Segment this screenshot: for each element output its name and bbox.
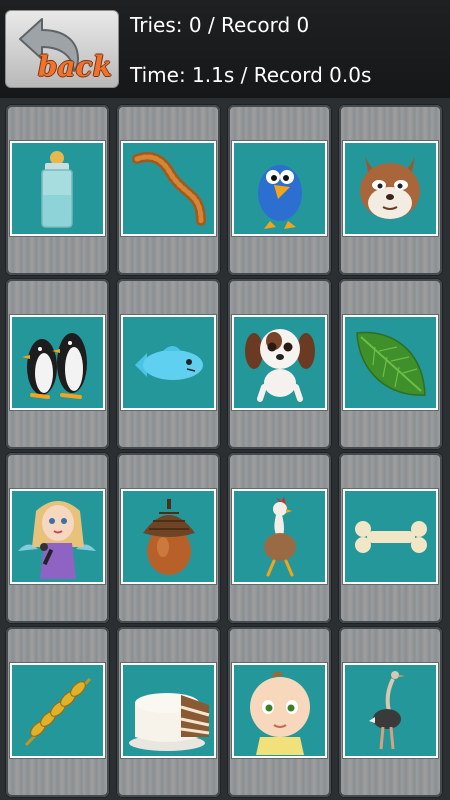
cake-icon (129, 693, 210, 751)
memory-card[interactable] (10, 489, 105, 584)
acorn-icon (143, 499, 195, 575)
card-slot[interactable] (117, 105, 220, 275)
memory-card[interactable] (10, 663, 105, 758)
game-board (0, 98, 450, 800)
baby-bottle-icon (41, 151, 73, 228)
memory-card[interactable] (343, 141, 438, 236)
memory-card[interactable] (232, 663, 327, 758)
chicken-icon (264, 497, 296, 577)
card-slot[interactable] (228, 279, 331, 449)
card-slot[interactable] (6, 453, 109, 623)
puppy-icon (245, 329, 315, 402)
memory-card[interactable] (10, 141, 105, 236)
wheat-icon (24, 677, 92, 747)
card-slot[interactable] (228, 453, 331, 623)
worm-icon (132, 151, 206, 226)
bone-icon (355, 521, 427, 553)
memory-card[interactable] (343, 663, 438, 758)
card-slot[interactable] (117, 279, 220, 449)
memory-card[interactable] (343, 315, 438, 410)
memory-card[interactable] (232, 489, 327, 584)
card-slot[interactable] (339, 105, 442, 275)
memory-card[interactable] (232, 315, 327, 410)
memory-card[interactable] (121, 489, 216, 584)
memory-card[interactable] (121, 315, 216, 410)
card-slot[interactable] (117, 627, 220, 797)
card-slot[interactable] (6, 627, 109, 797)
fish-icon (135, 346, 203, 380)
card-slot[interactable] (117, 453, 220, 623)
tries-counter: Tries: 0 / Record 0 (130, 13, 310, 37)
back-label: back (37, 50, 112, 83)
card-slot[interactable] (6, 279, 109, 449)
header-bar: back Tries: 0 / Record 0 Time: 1.1s / Re… (0, 0, 450, 98)
memory-card[interactable] (121, 663, 216, 758)
card-slot[interactable] (6, 105, 109, 275)
card-slot[interactable] (339, 453, 442, 623)
fairy-singer-icon (18, 501, 96, 579)
memory-card[interactable] (343, 489, 438, 584)
card-slot[interactable] (228, 627, 331, 797)
card-slot[interactable] (228, 105, 331, 275)
card-slot[interactable] (339, 627, 442, 797)
leaf-icon (356, 331, 426, 396)
memory-card[interactable] (10, 315, 105, 410)
chipmunk-icon (360, 157, 420, 219)
ostrich-icon (369, 671, 405, 750)
penguins-icon (22, 333, 87, 399)
memory-card[interactable] (121, 141, 216, 236)
baby-icon (250, 671, 310, 755)
card-slot[interactable] (339, 279, 442, 449)
memory-card[interactable] (232, 141, 327, 236)
time-counter: Time: 1.1s / Record 0.0s (130, 63, 372, 87)
blue-bird-icon (258, 165, 302, 229)
back-button[interactable]: back (5, 10, 119, 88)
